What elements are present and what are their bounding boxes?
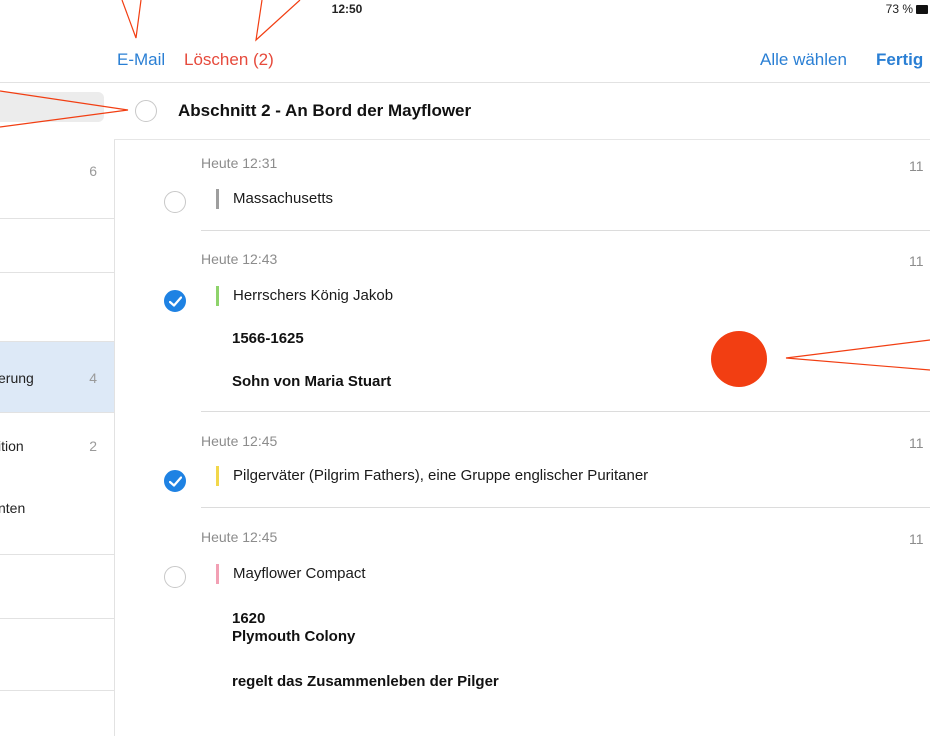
sidebar-search-field[interactable] xyxy=(0,92,104,122)
note-color-bar xyxy=(216,466,219,486)
annotation-marker-dot xyxy=(711,331,767,387)
sidebar-item-count: 6 xyxy=(89,163,97,179)
checkmark-icon xyxy=(169,476,182,487)
sidebar-item-4[interactable]: erung 4 xyxy=(0,342,114,413)
sidebar-item-count: 4 xyxy=(89,370,97,386)
note-title: Mayflower Compact xyxy=(233,565,366,582)
section-select-circle[interactable] xyxy=(135,100,157,122)
note-timestamp: Heute 12:45 xyxy=(201,433,278,449)
note-count: 11 xyxy=(909,253,924,269)
note-select-circle[interactable] xyxy=(164,191,186,213)
note-color-bar xyxy=(216,189,219,209)
sidebar: 6 erung 4 ition 2 nten xyxy=(0,83,115,736)
battery-percent: 73 % xyxy=(885,2,913,16)
section-header: Abschnitt 2 - An Bord der Mayflower xyxy=(114,83,930,140)
note-body-line: 1566-1625 xyxy=(232,330,304,347)
done-button[interactable]: Fertig xyxy=(876,50,923,70)
note-body-line: 1620 xyxy=(232,610,266,627)
note-count: 11 xyxy=(909,158,924,174)
section-title: Abschnitt 2 - An Bord der Mayflower xyxy=(178,101,472,120)
note-select-circle[interactable] xyxy=(164,470,186,492)
toolbar: E-Mail Löschen (2) Alle wählen Fertig xyxy=(0,20,930,83)
sidebar-item-7[interactable] xyxy=(0,555,114,619)
select-all-button[interactable]: Alle wählen xyxy=(760,50,847,70)
status-bar: 12:50 73 % xyxy=(0,0,930,20)
annotation-callout-marker xyxy=(785,339,930,371)
note-timestamp: Heute 12:45 xyxy=(201,529,278,545)
sidebar-item-label: erung xyxy=(0,370,34,386)
note-select-circle[interactable] xyxy=(164,566,186,588)
sidebar-item-2[interactable] xyxy=(0,219,114,273)
note-count: 11 xyxy=(909,531,924,547)
note-count: 11 xyxy=(909,435,924,451)
sidebar-item-label: ition xyxy=(0,438,24,454)
note-body-line: regelt das Zusammenleben der Pilger xyxy=(232,673,499,690)
email-button[interactable]: E-Mail xyxy=(117,50,165,70)
note-title: Pilgerväter (Pilgrim Fathers), eine Grup… xyxy=(233,467,649,484)
note-select-circle[interactable] xyxy=(164,290,186,312)
note-body-line: Sohn von Maria Stuart xyxy=(232,373,392,390)
checkmark-icon xyxy=(169,296,182,307)
note-title: Massachusetts xyxy=(233,190,334,207)
sidebar-item-count: 2 xyxy=(89,438,97,454)
note-timestamp: Heute 12:43 xyxy=(201,251,278,267)
note-body-line: Plymouth Colony xyxy=(232,628,356,645)
battery-icon xyxy=(916,4,928,14)
status-time: 12:50 xyxy=(331,2,363,16)
sidebar-item-3[interactable] xyxy=(0,273,114,342)
sidebar-item-8[interactable] xyxy=(0,619,114,691)
note-divider xyxy=(201,230,930,231)
note-color-bar xyxy=(216,564,219,584)
sidebar-item-6[interactable]: nten xyxy=(0,470,114,555)
note-timestamp: Heute 12:31 xyxy=(201,155,278,171)
note-title: Herrschers König Jakob xyxy=(233,287,394,304)
note-color-bar xyxy=(216,286,219,306)
note-divider xyxy=(201,411,930,412)
sidebar-item-label: nten xyxy=(0,500,26,516)
delete-button[interactable]: Löschen (2) xyxy=(184,50,274,70)
sidebar-item-1[interactable]: 6 xyxy=(0,130,114,219)
battery-indicator: 73 % xyxy=(886,2,928,16)
note-divider xyxy=(201,507,930,508)
sidebar-item-5[interactable]: ition 2 xyxy=(0,413,114,469)
